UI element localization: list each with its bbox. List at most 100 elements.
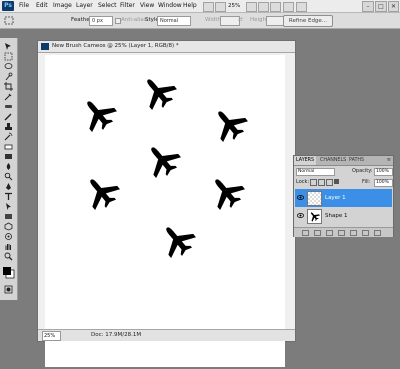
screen-mode-icon[interactable] [296, 2, 307, 12]
move-tool-icon[interactable] [4, 42, 13, 51]
layer-thumbnail [307, 209, 322, 224]
menu-filter[interactable]: Filter [120, 0, 135, 12]
document-window: New Brush Cameos @ 25% (Layer 1, RGB/8) … [37, 40, 296, 367]
pen-tool-icon[interactable] [4, 182, 13, 191]
tab-layers[interactable]: LAYERS [294, 156, 317, 165]
path-selection-tool-icon[interactable] [4, 202, 13, 211]
shape-tool-icon[interactable] [4, 212, 13, 221]
adjustment-layer-icon[interactable] [338, 230, 345, 236]
lock-position-icon[interactable] [326, 179, 333, 186]
minibridge-icon[interactable] [215, 2, 226, 12]
opacity-label: Opacity: [352, 168, 373, 174]
airplane-shape [203, 169, 249, 215]
feather-input[interactable]: 0 px [89, 16, 113, 26]
marquee-tool-icon[interactable] [4, 52, 13, 61]
canvas[interactable] [45, 55, 285, 367]
tab-paths[interactable]: PATHS [347, 156, 366, 165]
doc-size-info[interactable]: Doc: 17.9M/28.1M [91, 330, 141, 341]
new-group-icon[interactable] [350, 230, 357, 236]
swap-icon[interactable]: ⇄ [238, 13, 243, 28]
layer-row-layer-1[interactable]: Layer 1 [295, 189, 392, 207]
refine-edge-button[interactable]: Refine Edge... [283, 15, 333, 27]
airplane-shape [78, 169, 124, 215]
clone-stamp-tool-icon[interactable] [4, 122, 13, 131]
eraser-tool-icon[interactable] [4, 142, 13, 151]
menu-edit[interactable]: Edit [36, 0, 48, 12]
add-mask-icon[interactable] [326, 230, 333, 236]
layer-row-shape-1[interactable]: Shape 1 [295, 207, 392, 225]
hand-tool-icon[interactable] [4, 242, 13, 251]
marquee-tool-icon[interactable] [4, 16, 14, 25]
lock-pixels-icon[interactable] [318, 179, 325, 186]
history-brush-tool-icon[interactable] [4, 132, 13, 141]
lasso-tool-icon[interactable] [4, 62, 13, 71]
rotate-view-icon[interactable] [270, 2, 281, 12]
type-tool-icon[interactable] [4, 192, 13, 201]
dodge-tool-icon[interactable] [4, 172, 13, 181]
3d-rotate-tool-icon[interactable] [4, 222, 13, 231]
tools-panel [0, 38, 18, 300]
status-bar: 25% Doc: 17.9M/28.1M [38, 329, 295, 341]
antialias-label: Anti-alias [121, 17, 147, 23]
layers-panel: LAYERS CHANNELS PATHS ≡ Normal Opacity: … [293, 155, 394, 237]
ps-doc-icon [41, 43, 49, 50]
arrange-documents-icon[interactable] [283, 2, 294, 12]
new-layer-icon[interactable] [362, 230, 369, 236]
width-input[interactable] [220, 16, 240, 26]
lock-label: Lock: [296, 179, 310, 185]
canvas-art [75, 69, 252, 263]
gradient-tool-icon[interactable] [4, 152, 13, 161]
color-swatches[interactable] [2, 266, 15, 279]
minimize-button[interactable]: – [362, 1, 374, 12]
style-select[interactable]: Normal [157, 16, 191, 26]
menu-view[interactable]: View [140, 0, 154, 12]
quick-mask-icon[interactable] [4, 285, 13, 294]
maximize-button[interactable]: □ [375, 1, 387, 12]
blur-tool-icon[interactable] [4, 162, 13, 171]
document-title: New Brush Cameos @ 25% (Layer 1, RGB/8) … [52, 43, 179, 49]
panel-menu-icon[interactable]: ≡ [387, 156, 391, 165]
lock-transparency-icon[interactable] [310, 179, 317, 186]
fill-label: Fill: [362, 179, 371, 185]
menu-bar: Ps File Edit Image Layer Select Filter V… [0, 0, 400, 13]
lock-all-icon[interactable] [334, 179, 339, 184]
photoshop-logo: Ps [2, 1, 14, 11]
tab-channels[interactable]: CHANNELS [318, 156, 348, 165]
zoom-tool-icon[interactable] [4, 252, 13, 261]
menu-help[interactable]: Help [183, 0, 197, 12]
3d-camera-tool-icon[interactable] [4, 232, 13, 241]
blend-mode-select[interactable]: Normal [296, 168, 335, 176]
visibility-eye-icon[interactable] [297, 212, 304, 219]
document-tab[interactable]: New Brush Cameos @ 25% (Layer 1, RGB/8) … [38, 41, 295, 53]
link-layers-icon[interactable] [302, 230, 309, 236]
delete-layer-icon[interactable] [374, 230, 381, 236]
layer-name: Layer 1 [325, 195, 346, 201]
airplane-thumbnail-icon [307, 209, 322, 223]
menu-window[interactable]: Window [158, 0, 182, 12]
zoom-tool-icon[interactable] [258, 2, 269, 12]
crop-tool-icon[interactable] [4, 82, 13, 91]
layers-footer [294, 227, 393, 237]
visibility-eye-icon[interactable] [297, 194, 304, 201]
eyedropper-tool-icon[interactable] [4, 92, 13, 101]
airplane-shape [206, 101, 252, 147]
opacity-input[interactable]: 100% [374, 168, 393, 176]
menu-image[interactable]: Image [53, 0, 72, 12]
menu-select[interactable]: Select [98, 0, 117, 12]
hand-tool-icon[interactable] [246, 2, 257, 12]
blend-row: Normal Opacity: 100% [294, 166, 393, 176]
menu-file[interactable]: File [19, 0, 29, 12]
quick-select-tool-icon[interactable] [4, 72, 13, 81]
options-bar: Feather: 0 px Anti-alias Style: Normal W… [0, 13, 400, 29]
brush-tool-icon[interactable] [4, 112, 13, 121]
airplane-shape [135, 69, 181, 115]
airplane-shape [154, 217, 200, 263]
healing-brush-tool-icon[interactable] [4, 102, 13, 111]
lock-row: Lock: Fill: 100% [294, 177, 393, 187]
fill-input[interactable]: 100% [374, 179, 393, 187]
layer-style-icon[interactable] [314, 230, 321, 236]
zoom-level[interactable]: 25% [228, 0, 240, 12]
close-button[interactable]: ✕ [388, 1, 399, 12]
bridge-icon[interactable] [203, 2, 214, 12]
menu-layer[interactable]: Layer [76, 0, 93, 12]
